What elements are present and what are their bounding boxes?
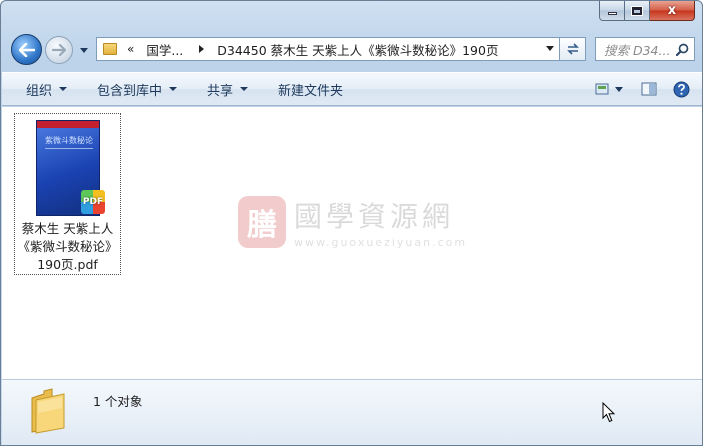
organize-menu[interactable]: 组织 — [18, 77, 75, 101]
close-button[interactable]: x — [650, 1, 695, 21]
search-input[interactable]: 搜索 D34... — [604, 40, 676, 59]
maximize-icon — [631, 5, 643, 16]
breadcrumb-current[interactable]: D34450 蔡木生 天紫上人《紫微斗数秘论》190页 — [217, 40, 498, 59]
minimize-icon — [607, 12, 617, 15]
share-menu[interactable]: 共享 — [199, 77, 256, 101]
preview-pane-icon — [641, 82, 657, 96]
pdf-icon: PDF — [81, 190, 105, 214]
chevron-right-icon[interactable] — [197, 45, 207, 53]
back-button[interactable] — [11, 34, 42, 65]
view-icon — [595, 83, 623, 95]
recent-pages-button[interactable] — [77, 43, 91, 57]
mouse-cursor-icon — [602, 402, 616, 423]
file-list[interactable]: 紫微斗数秘论 PDF 蔡木生 天紫上人《紫微斗数秘论》190页.pdf 膳 國學… — [2, 107, 702, 379]
watermark-text: 國學資源網 www.guoxueziyuan.com — [294, 195, 467, 249]
chevron-down-icon — [80, 47, 88, 53]
navigation-bar: « 国学... D34450 蔡木生 天紫上人《紫微斗数秘论》190页 搜索 D… — [1, 31, 702, 69]
share-label: 共享 — [207, 83, 234, 99]
back-arrow-icon — [18, 42, 35, 57]
organize-label: 组织 — [26, 83, 53, 99]
address-bar[interactable]: « 国学... D34450 蔡木生 天紫上人《紫微斗数秘论》190页 — [96, 37, 560, 61]
help-icon — [673, 81, 689, 97]
refresh-button[interactable] — [560, 37, 586, 61]
refresh-icon — [566, 43, 579, 55]
new-folder-label: 新建文件夹 — [278, 83, 344, 99]
caption-buttons: x — [599, 1, 695, 21]
include-library-label: 包含到库中 — [97, 83, 163, 99]
thumbnail-title: 紫微斗数秘论 — [45, 136, 93, 145]
watermark-name: 國學資源網 — [294, 200, 455, 233]
chevron-down-icon — [59, 87, 68, 91]
search-icon[interactable] — [676, 43, 689, 56]
minimize-button[interactable] — [599, 1, 625, 21]
file-item[interactable]: 紫微斗数秘论 PDF 蔡木生 天紫上人《紫微斗数秘论》190页.pdf — [14, 113, 121, 275]
folder-icon — [31, 388, 65, 434]
folder-icon — [103, 43, 117, 55]
watermark: 膳 國學資源網 www.guoxueziyuan.com — [238, 195, 467, 249]
explorer-window: x « 国学... D34450 蔡木生 天紫上人《紫微斗数秘论》190页 搜索… — [0, 0, 703, 446]
breadcrumb-parent[interactable]: 国学... — [146, 40, 183, 59]
watermark-seal: 膳 — [238, 196, 286, 248]
item-count: 1 个对象 — [93, 394, 143, 409]
forward-button[interactable] — [45, 36, 73, 64]
close-icon: x — [667, 3, 677, 18]
pdf-badge-label: PDF — [82, 197, 104, 207]
maximize-button[interactable] — [625, 1, 650, 21]
view-controls — [592, 78, 692, 100]
watermark-url: www.guoxueziyuan.com — [294, 236, 468, 249]
file-name: 蔡木生 天紫上人《紫微斗数秘论》190页.pdf — [17, 221, 118, 272]
help-button[interactable] — [670, 78, 692, 100]
address-dropdown-icon[interactable] — [546, 46, 554, 51]
thumbnail-rule — [45, 148, 93, 149]
forward-arrow-icon — [52, 44, 66, 56]
details-pane: 1 个对象 — [2, 379, 702, 445]
include-library-menu[interactable]: 包含到库中 — [89, 77, 185, 101]
thumbnail-header-band — [37, 121, 99, 128]
preview-pane-button[interactable] — [638, 78, 660, 100]
chevron-down-icon — [169, 87, 178, 91]
change-view-button[interactable] — [592, 78, 628, 100]
breadcrumb-overflow[interactable]: « — [127, 42, 134, 56]
search-box[interactable]: 搜索 D34... — [595, 37, 695, 61]
chevron-down-icon — [240, 87, 249, 91]
new-folder-button[interactable]: 新建文件夹 — [270, 77, 351, 101]
command-bar: 组织 包含到库中 共享 新建文件夹 — [2, 72, 702, 106]
